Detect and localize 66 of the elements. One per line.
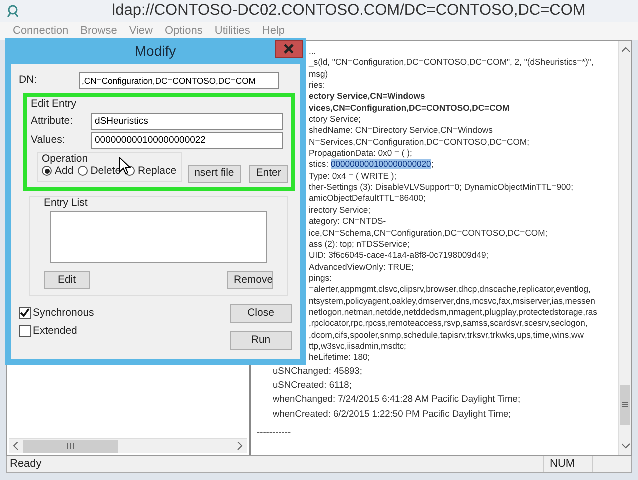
output-line: shedName: CN=Directory Service,CN=Windows xyxy=(309,125,494,137)
checkbox-option[interactable]: Synchronous xyxy=(19,304,94,322)
output-line: uSNChanged: 45893; xyxy=(273,364,364,378)
output-line: heLifetime: 180; xyxy=(309,352,372,364)
separator-line: ----------- xyxy=(257,427,292,439)
remove-button[interactable]: Remove xyxy=(227,271,273,290)
close-icon xyxy=(284,44,294,54)
output-line: UID: 3f6c6045-cace-41a4-a8f8-0c7198009d49; xyxy=(309,250,490,262)
output-line: ectory Service,CN=Windows xyxy=(309,91,426,103)
output-line: =alerter,appmgmt,clsvc,clipsrv,browser,dhcp,dnscache,replicator,eventlog, xyxy=(309,284,592,296)
edit-button[interactable]: Edit xyxy=(44,271,90,290)
horizontal-scrollbar[interactable] xyxy=(9,438,247,453)
check-icon xyxy=(20,308,30,318)
output-line: _s(ld, "CN=Configuration,DC=CONTOSO,DC=COM", 2, "(dSheuristics=*)", xyxy=(309,57,595,69)
output-line: ,dcom,cifs,spooler,snmp,schedule,tapisrv,trksvr,trkwks,ups,time,wins,ww xyxy=(309,330,585,341)
insert-file-button[interactable]: nsert file xyxy=(188,164,242,183)
output-line: N=Services,CN=Configuration,DC=CONTOSO,DC=COM; xyxy=(309,136,530,148)
grip-icon xyxy=(66,443,76,449)
output-line: vices,CN=Configuration,DC=CONTOSO,DC=COM xyxy=(309,102,511,114)
output-line: ,rpclocator,rpc,rpcss,remoteaccess,rsvp,samss,scardsvr,scesrv,seclogon, xyxy=(309,318,589,330)
field-label: DN: xyxy=(19,74,38,87)
output-line: ... xyxy=(309,46,318,58)
output-line: PropagationData: 0x0 = ( ); xyxy=(309,148,414,160)
close-dialog-button[interactable]: Close xyxy=(230,304,292,324)
output-line: whenChanged: 7/24/2015 6:41:28 AM Pacific Daylight Time; xyxy=(273,393,522,406)
output-line: ttp,w3svc,iisadmin,msdtc; xyxy=(309,340,408,352)
field-label: Attribute: xyxy=(31,114,74,128)
output-line: irectory Service; xyxy=(309,204,372,216)
attribute-field[interactable]: dSHeuristics xyxy=(91,112,283,130)
app-icon xyxy=(6,4,20,18)
output-line: ther-Settings (3): DisableVLVSupport=0; DynamicObjectMinTTL=900; xyxy=(309,182,574,194)
output-line: Type: 0x4 = ( WRITE ); xyxy=(309,170,398,182)
output-line: ass (2): top; nTDSService; xyxy=(309,238,411,250)
entry-listbox[interactable] xyxy=(50,211,267,264)
window-title: ldap://CONTOSO-DC02.CONTOSO.COM/DC=CONTOSO,DC=COM xyxy=(111,1,587,22)
group-label: Edit Entry xyxy=(31,98,78,111)
output-line: ice,CN=Schema,CN=Configuration,DC=CONTOSO,DC=COM; xyxy=(309,228,549,239)
output-line: AdvancedViewOnly: TRUE; xyxy=(309,262,415,273)
radio-option[interactable]: Add xyxy=(42,165,74,178)
output-line: ries: xyxy=(309,80,326,92)
output-line: ntsystem,policyagent,oakley,dmserver,dns,mcsvc,fax,msiserver,ias,messen xyxy=(309,296,596,307)
enter-button[interactable]: Enter xyxy=(249,164,288,183)
group-label: Entry List xyxy=(44,196,89,210)
mouse-cursor-icon xyxy=(119,157,131,175)
output-line: pings: xyxy=(309,272,333,284)
num-lock-indicator: NUM xyxy=(543,456,593,472)
radio-option[interactable]: Delete xyxy=(78,165,122,178)
field-label: Values: xyxy=(31,134,66,146)
close-button[interactable] xyxy=(275,40,303,58)
group-label: Operation xyxy=(42,152,90,166)
run-button[interactable]: Run xyxy=(230,331,292,350)
dialog-title: Modify xyxy=(134,42,178,60)
dn-field[interactable]: ,CN=Configuration,DC=CONTOSO,DC=COM xyxy=(79,72,279,89)
output-line: stics: 000000000100000000020; xyxy=(309,159,435,171)
values-field[interactable]: 000000000100000000022 xyxy=(91,132,283,149)
output-line: whenCreated: 6/2/2015 1:22:50 PM Pacific Daylight Time; xyxy=(273,408,512,421)
grip-icon xyxy=(622,401,628,409)
output-line: ctory Service; xyxy=(309,114,362,126)
output-line: uSNCreated: 6118; xyxy=(273,379,353,392)
output-line: netlogon,netman,netdde,netddedsm,nmagent,plugplay,protectedstorage,ras xyxy=(309,306,598,318)
output-line: ategory: CN=NTDS- xyxy=(309,216,388,228)
output-line: msg) xyxy=(309,68,330,80)
status-text: Ready xyxy=(9,456,43,472)
output-line: amicObjectDefaultTTL=86400; xyxy=(309,193,427,205)
checkbox-option[interactable]: Extended xyxy=(19,322,94,340)
vertical-scrollbar[interactable] xyxy=(618,41,631,455)
